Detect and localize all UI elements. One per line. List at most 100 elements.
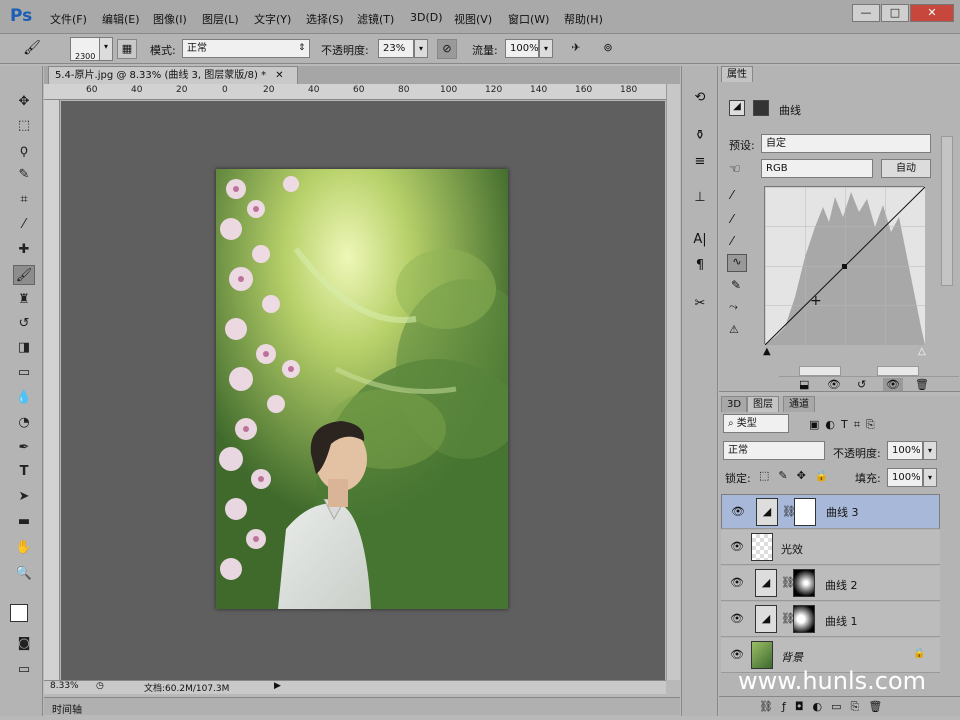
layer-mask-thumbnail[interactable] bbox=[793, 569, 815, 597]
healing-brush-tool-icon[interactable]: ✚ bbox=[13, 240, 35, 260]
view-previous-icon[interactable]: 👁 bbox=[827, 378, 841, 391]
input-value-field[interactable] bbox=[799, 366, 841, 376]
layer-mask-thumbnail[interactable] bbox=[793, 605, 815, 633]
clip-to-layer-icon[interactable]: ⬓ bbox=[799, 378, 809, 391]
lock-icons[interactable]: ⬚✎✥🔒 bbox=[759, 469, 838, 482]
eye-icon[interactable]: 👁 bbox=[730, 540, 744, 553]
status-menu-arrow-icon[interactable]: ▶ bbox=[274, 681, 281, 691]
tab-layers[interactable]: 图层 bbox=[747, 396, 779, 412]
brush-panel-dock-icon[interactable]: ≡ bbox=[690, 152, 710, 172]
preset-select[interactable]: 自定 bbox=[761, 134, 931, 153]
eye-icon[interactable]: 👁 bbox=[730, 648, 744, 661]
auto-button[interactable]: 自动 bbox=[881, 159, 931, 178]
layer-filter-icons[interactable]: ▣◐T⌗⎘ bbox=[809, 418, 881, 432]
white-point-slider-icon[interactable]: △ bbox=[918, 346, 926, 357]
black-point-slider-icon[interactable]: ▲ bbox=[763, 346, 771, 357]
channel-select[interactable]: RGB bbox=[761, 159, 873, 178]
crop-tool-icon[interactable]: ⌗ bbox=[13, 190, 35, 210]
curve-points-icon[interactable]: ∿ bbox=[727, 254, 747, 272]
minimize-button[interactable]: — bbox=[852, 4, 880, 22]
foreground-color-swatch[interactable] bbox=[10, 604, 28, 622]
flow-arrow-icon[interactable]: ▾ bbox=[539, 39, 553, 58]
eye-icon[interactable]: 👁 bbox=[731, 505, 745, 518]
layer-row-curves3[interactable]: 👁 ◢ ⛓ 曲线 3 bbox=[721, 494, 940, 529]
document-tab[interactable]: 5.4-原片.jpg @ 8.33% (曲线 3, 图层蒙版/8) * ✕ bbox=[48, 66, 298, 84]
marquee-tool-icon[interactable]: ⬚ bbox=[13, 116, 35, 136]
layers-opacity-arrow-icon[interactable]: ▾ bbox=[923, 441, 937, 460]
history-brush-tool-icon[interactable]: ↺ bbox=[13, 314, 35, 334]
layer-mask-thumbnail[interactable] bbox=[794, 498, 816, 526]
blur-tool-icon[interactable]: 💧 bbox=[13, 388, 35, 408]
clipping-warning-icon[interactable]: ⚠ bbox=[729, 323, 739, 336]
move-tool-icon[interactable]: ✥ bbox=[13, 92, 35, 112]
maximize-button[interactable]: □ bbox=[881, 4, 909, 22]
screen-mode-icon[interactable]: ▭ bbox=[13, 660, 35, 680]
visibility-icon[interactable]: 👁 bbox=[883, 378, 903, 391]
reset-icon[interactable]: ↺ bbox=[857, 378, 866, 391]
properties-tab[interactable]: 属性 bbox=[721, 66, 753, 82]
opacity-arrow-icon[interactable]: ▾ bbox=[414, 39, 428, 58]
menu-image[interactable]: 图像(I) bbox=[153, 11, 187, 27]
layers-footer-icons[interactable]: ⛓ƒ◘◐▭⎘🗑 bbox=[719, 696, 960, 716]
zoom-level[interactable]: 8.33% bbox=[50, 681, 79, 691]
gradient-tool-icon[interactable]: ▭ bbox=[13, 363, 35, 383]
smooth-curve-icon[interactable]: ⤳ bbox=[729, 300, 738, 314]
opacity-input[interactable]: 23% bbox=[378, 39, 414, 58]
fill-arrow-icon[interactable]: ▾ bbox=[923, 468, 937, 487]
dodge-tool-icon[interactable]: ◔ bbox=[13, 413, 35, 433]
brush-panel-icon[interactable]: ▦ bbox=[117, 39, 137, 59]
timeline-tab[interactable]: 时间轴 bbox=[44, 697, 680, 716]
layers-opacity-input[interactable]: 100% bbox=[887, 441, 923, 460]
blend-mode-select[interactable]: 正常 bbox=[723, 441, 825, 460]
path-select-tool-icon[interactable]: ➤ bbox=[13, 487, 35, 507]
close-tab-icon[interactable]: ✕ bbox=[275, 70, 283, 81]
output-value-field[interactable] bbox=[877, 366, 919, 376]
quick-select-tool-icon[interactable]: ✎ bbox=[13, 165, 35, 185]
zoom-tool-icon[interactable]: 🔍 bbox=[13, 564, 35, 584]
properties-scrollbar[interactable] bbox=[941, 136, 953, 286]
target-adjust-icon[interactable]: ☜ bbox=[729, 162, 741, 177]
pencil-draw-icon[interactable]: ✎ bbox=[731, 278, 741, 292]
tab-channels[interactable]: 通道 bbox=[783, 396, 815, 412]
clone-stamp-tool-icon[interactable]: ♜ bbox=[13, 290, 35, 310]
close-button[interactable]: ✕ bbox=[910, 4, 954, 22]
menu-filter[interactable]: 滤镜(T) bbox=[357, 11, 394, 27]
menu-layer[interactable]: 图层(L) bbox=[202, 11, 239, 27]
menu-3d[interactable]: 3D(D) bbox=[410, 11, 443, 24]
menu-edit[interactable]: 编辑(E) bbox=[102, 11, 140, 27]
brush-presets-icon[interactable]: ⚱ bbox=[690, 126, 710, 146]
menu-help[interactable]: 帮助(H) bbox=[564, 11, 603, 27]
layer-row-curves1[interactable]: 👁 ◢ ⛓ 曲线 1 bbox=[721, 602, 940, 637]
lasso-tool-icon[interactable]: ϙ bbox=[13, 141, 35, 161]
pen-tool-icon[interactable]: ✒ bbox=[13, 438, 35, 458]
curves-graph[interactable]: + bbox=[764, 186, 926, 346]
paragraph-icon[interactable]: ¶ bbox=[690, 256, 710, 276]
layer-row-curves2[interactable]: 👁 ◢ ⛓ 曲线 2 bbox=[721, 566, 940, 601]
fill-input[interactable]: 100% bbox=[887, 468, 923, 487]
history-icon[interactable]: ⟲ bbox=[690, 88, 710, 108]
menu-view[interactable]: 视图(V) bbox=[454, 11, 492, 27]
white-eyedropper-icon[interactable]: ⁄ bbox=[731, 234, 733, 248]
flow-input[interactable]: 100% bbox=[505, 39, 539, 58]
eye-icon[interactable]: 👁 bbox=[730, 612, 744, 625]
character-icon[interactable]: A| bbox=[690, 230, 710, 250]
menu-select[interactable]: 选择(S) bbox=[306, 11, 344, 27]
menu-type[interactable]: 文字(Y) bbox=[254, 11, 291, 27]
eyedropper-tool-icon[interactable]: ⁄ bbox=[13, 215, 35, 235]
eraser-tool-icon[interactable]: ◨ bbox=[13, 338, 35, 358]
vertical-scrollbar[interactable] bbox=[666, 84, 680, 680]
brush-preset-arrow-icon[interactable]: ▾ bbox=[99, 37, 113, 61]
brush-size-picker[interactable]: 2300 bbox=[70, 37, 100, 61]
tool-presets-icon[interactable]: ✂ bbox=[690, 294, 710, 314]
menu-window[interactable]: 窗口(W) bbox=[508, 11, 549, 27]
black-eyedropper-icon[interactable]: ⁄ bbox=[731, 188, 733, 202]
clone-source-icon[interactable]: ⊥ bbox=[690, 188, 710, 208]
tab-3d[interactable]: 3D bbox=[721, 396, 748, 412]
eye-icon[interactable]: 👁 bbox=[730, 576, 744, 589]
pressure-size-icon[interactable]: ⊚ bbox=[598, 39, 618, 59]
brush-tool-icon[interactable]: 🖌 bbox=[22, 39, 42, 59]
quick-mask-icon[interactable]: ◙ bbox=[13, 634, 35, 654]
airbrush-icon[interactable]: ✈ bbox=[566, 39, 586, 59]
pressure-opacity-icon[interactable]: ⊘ bbox=[437, 39, 457, 59]
type-tool-icon[interactable]: T bbox=[13, 462, 35, 482]
